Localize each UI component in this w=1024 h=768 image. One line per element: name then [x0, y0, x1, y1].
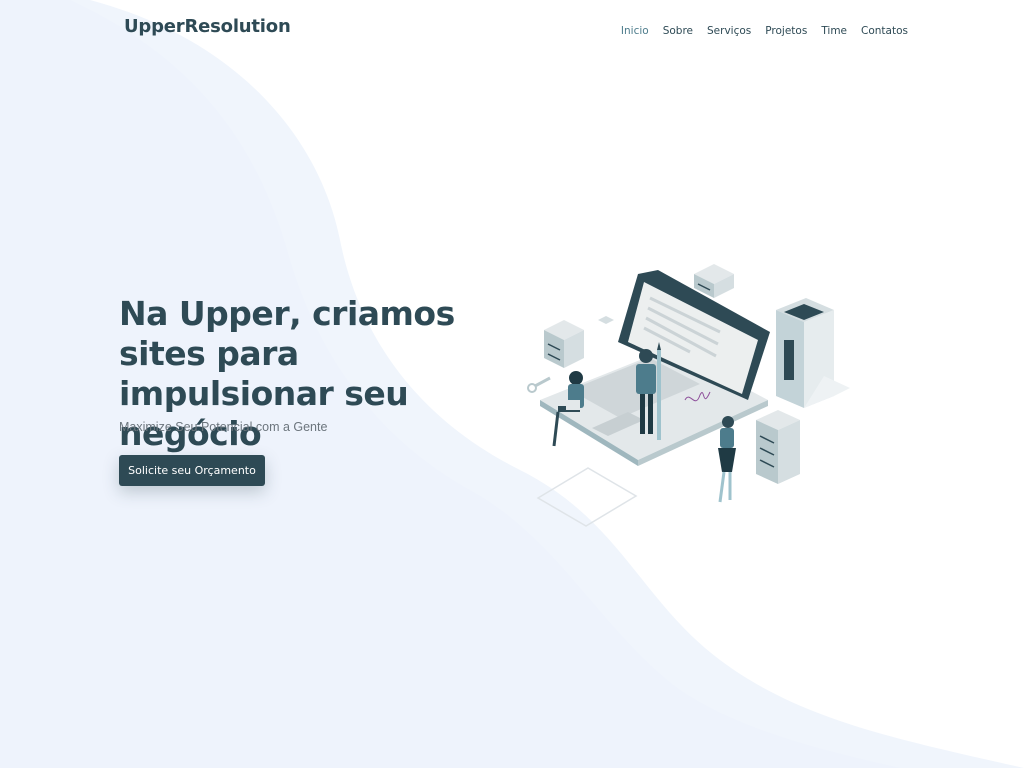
- nav-item-inicio[interactable]: Inicio: [621, 25, 649, 37]
- hero-title-before: Na: [119, 294, 179, 333]
- nav-item-projetos[interactable]: Projetos: [765, 25, 807, 37]
- request-quote-button[interactable]: Solicite seu Orçamento: [119, 455, 265, 486]
- nav-item-contatos[interactable]: Contatos: [861, 25, 908, 37]
- nav-menu: Inicio Sobre Serviços Projetos Time Cont…: [621, 21, 908, 39]
- nav-item-time[interactable]: Time: [821, 25, 847, 37]
- hero-subtitle: Maximize Seu Potencial com a Gente: [119, 420, 328, 434]
- nav-item-servicos[interactable]: Serviços: [707, 25, 751, 37]
- isometric-laptop-illustration: [527, 264, 850, 527]
- navbar: UpperResolution Inicio Sobre Serviços Pr…: [0, 0, 1024, 54]
- brand-logo-text[interactable]: UpperResolution: [124, 16, 291, 37]
- hero-title-brand: Upper: [178, 294, 290, 333]
- nav-item-sobre[interactable]: Sobre: [663, 25, 693, 37]
